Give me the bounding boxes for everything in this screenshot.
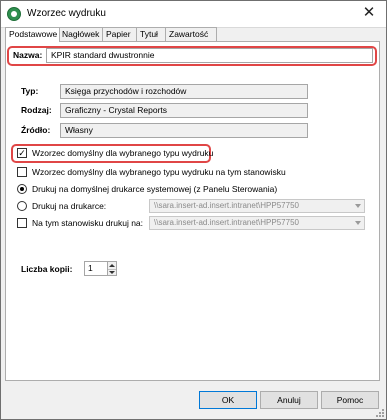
title-bar: Wzorzec wydruku ✕ bbox=[1, 1, 386, 28]
tab-naglowek[interactable]: Nagłówek bbox=[58, 27, 104, 41]
copies-label: Liczba kopii: bbox=[21, 264, 73, 274]
print-on-radio[interactable] bbox=[17, 201, 27, 211]
nazwa-label: Nazwa: bbox=[13, 50, 43, 60]
tab-panel-podstawowe: Nazwa: KPIR standard dwustronnie Typ: Ks… bbox=[5, 41, 380, 381]
dialog-window: Wzorzec wydruku ✕ Podstawowe Nagłówek Pa… bbox=[0, 0, 387, 420]
chevron-down-icon bbox=[355, 204, 361, 208]
tab-tytul[interactable]: Tytuł bbox=[136, 27, 167, 41]
copies-spinner bbox=[108, 261, 117, 276]
close-icon: ✕ bbox=[362, 4, 376, 21]
print-on-printer-value: \\sara.insert-ad.insert.intranet\HPP5775… bbox=[154, 201, 299, 210]
copies-decrement-button[interactable] bbox=[108, 269, 116, 276]
default-station-checkbox[interactable] bbox=[17, 167, 27, 177]
zrodlo-label: Źródło: bbox=[21, 125, 51, 135]
window-title: Wzorzec wydruku bbox=[27, 8, 106, 19]
ok-button[interactable]: OK bbox=[199, 391, 257, 409]
print-on-label: Drukuj na drukarce: bbox=[32, 201, 107, 211]
help-button[interactable]: Pomoc bbox=[321, 391, 379, 409]
station-print-checkbox[interactable] bbox=[17, 218, 27, 228]
print-on-printer-select[interactable]: \\sara.insert-ad.insert.intranet\HPP5775… bbox=[149, 199, 365, 213]
chevron-down-icon bbox=[355, 221, 361, 225]
default-pattern-checkbox[interactable]: ✓ bbox=[17, 148, 27, 158]
copies-input[interactable]: 1 bbox=[84, 261, 108, 276]
typ-label: Typ: bbox=[21, 86, 39, 96]
default-station-label: Wzorzec domyślny dla wybranego typu wydr… bbox=[32, 167, 286, 177]
station-printer-select[interactable]: \\sara.insert-ad.insert.intranet\HPP5775… bbox=[149, 216, 365, 230]
resize-grip[interactable] bbox=[376, 409, 384, 417]
zrodlo-field: Własny bbox=[60, 123, 308, 138]
station-print-label: Na tym stanowisku drukuj na: bbox=[32, 218, 144, 228]
station-printer-value: \\sara.insert-ad.insert.intranet\HPP5775… bbox=[154, 218, 299, 227]
tab-zawartosc[interactable]: Zawartość bbox=[165, 27, 217, 41]
tab-podstawowe[interactable]: Podstawowe bbox=[5, 27, 60, 42]
nazwa-input[interactable]: KPIR standard dwustronnie bbox=[46, 48, 373, 63]
print-default-radio[interactable] bbox=[17, 184, 27, 194]
rodzaj-field: Graficzny - Crystal Reports bbox=[60, 103, 308, 118]
cancel-button[interactable]: Anuluj bbox=[260, 391, 318, 409]
typ-field: Księga przychodów i rozchodów bbox=[60, 84, 308, 99]
close-button[interactable]: ✕ bbox=[352, 1, 386, 27]
rodzaj-label: Rodzaj: bbox=[21, 105, 52, 115]
check-icon: ✓ bbox=[18, 148, 26, 158]
tab-papier[interactable]: Papier bbox=[102, 27, 138, 41]
app-icon bbox=[7, 7, 21, 21]
print-default-label: Drukuj na domyślnej drukarce systemowej … bbox=[32, 184, 278, 194]
default-pattern-label: Wzorzec domyślny dla wybranego typu wydr… bbox=[32, 148, 214, 158]
